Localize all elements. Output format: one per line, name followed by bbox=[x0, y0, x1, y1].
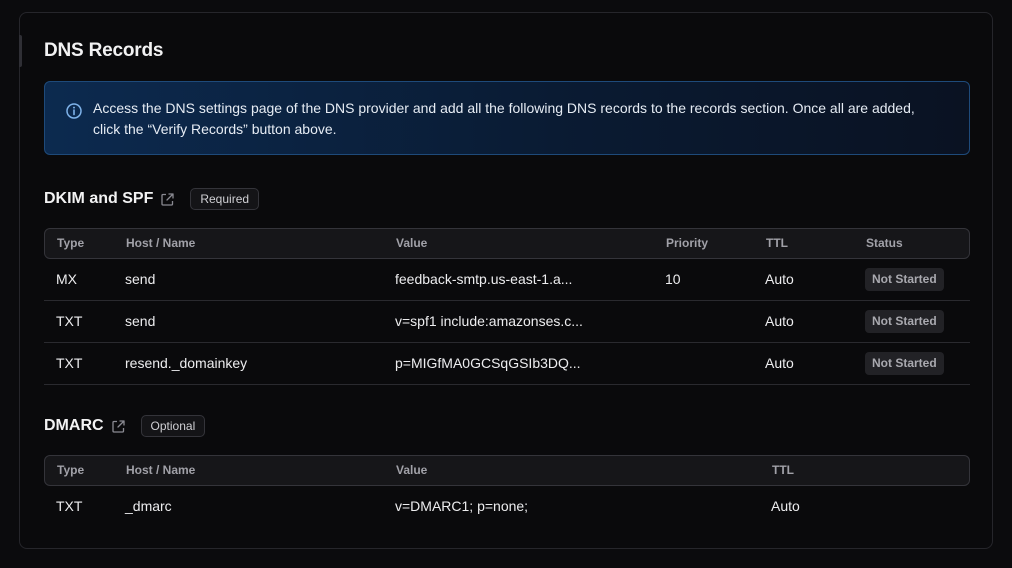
col-priority: Priority bbox=[666, 236, 709, 250]
dkim-spf-table: Type Host / Name Value Priority TTL Stat… bbox=[44, 228, 970, 385]
section-accent-bar bbox=[19, 35, 22, 67]
col-host: Host / Name bbox=[126, 236, 196, 250]
cell-value[interactable]: v=spf1 include:amazonses.c... bbox=[395, 301, 583, 342]
table-row: TXT _dmarc v=DMARC1; p=none; Auto bbox=[44, 486, 970, 527]
cell-ttl: Auto bbox=[765, 313, 794, 329]
table-row: TXT send v=spf1 include:amazonses.c... A… bbox=[44, 301, 970, 343]
col-value: Value bbox=[396, 463, 428, 477]
table-row: TXT resend._domainkey p=MIGfMA0GCSqGSIb3… bbox=[44, 343, 970, 385]
cell-ttl: Auto bbox=[765, 271, 794, 287]
optional-badge: Optional bbox=[140, 415, 206, 437]
col-ttl: TTL bbox=[772, 463, 794, 477]
cell-value[interactable]: v=DMARC1; p=none; bbox=[395, 486, 528, 527]
status-badge: Not Started bbox=[865, 268, 944, 291]
status-badge: Not Started bbox=[865, 310, 944, 333]
cell-value[interactable]: feedback-smtp.us-east-1.a... bbox=[395, 259, 572, 300]
cell-value[interactable]: p=MIGfMA0GCSqGSIb3DQ... bbox=[395, 343, 581, 384]
cell-type: TXT bbox=[56, 355, 83, 371]
dkim-spf-header: DKIM and SPF Required bbox=[44, 188, 260, 210]
external-link-icon[interactable] bbox=[160, 192, 175, 207]
cell-host[interactable]: send bbox=[125, 301, 155, 342]
col-status: Status bbox=[866, 236, 903, 250]
table-row: MX send feedback-smtp.us-east-1.a... 10 … bbox=[44, 259, 970, 301]
dns-records-card: DNS Records Access the DNS settings page… bbox=[19, 12, 993, 549]
cell-ttl: Auto bbox=[765, 355, 794, 371]
cell-host[interactable]: send bbox=[125, 259, 155, 300]
col-value: Value bbox=[396, 236, 428, 250]
dmarc-title: DMARC bbox=[44, 417, 104, 434]
col-type: Type bbox=[57, 236, 85, 250]
cell-ttl: Auto bbox=[771, 498, 800, 514]
status-badge: Not Started bbox=[865, 352, 944, 375]
info-circle-icon bbox=[66, 103, 82, 119]
col-type: Type bbox=[57, 463, 85, 477]
info-callout: Access the DNS settings page of the DNS … bbox=[44, 81, 970, 155]
required-badge: Required bbox=[190, 188, 260, 210]
cell-type: MX bbox=[56, 271, 77, 287]
cell-host[interactable]: _dmarc bbox=[125, 486, 172, 527]
info-text: Access the DNS settings page of the DNS … bbox=[93, 100, 915, 137]
col-ttl: TTL bbox=[766, 236, 788, 250]
cell-host[interactable]: resend._domainkey bbox=[125, 343, 247, 384]
external-link-icon[interactable] bbox=[111, 419, 126, 434]
table-header: Type Host / Name Value Priority TTL Stat… bbox=[44, 228, 970, 259]
cell-type: TXT bbox=[56, 498, 83, 514]
col-host: Host / Name bbox=[126, 463, 196, 477]
table-header: Type Host / Name Value TTL bbox=[44, 455, 970, 486]
dmarc-header: DMARC Optional bbox=[44, 415, 206, 437]
dkim-spf-title: DKIM and SPF bbox=[44, 190, 154, 207]
page-title: DNS Records bbox=[44, 40, 164, 61]
dmarc-table: Type Host / Name Value TTL TXT _dmarc v=… bbox=[44, 455, 970, 527]
cell-type: TXT bbox=[56, 313, 83, 329]
cell-priority: 10 bbox=[665, 271, 681, 287]
